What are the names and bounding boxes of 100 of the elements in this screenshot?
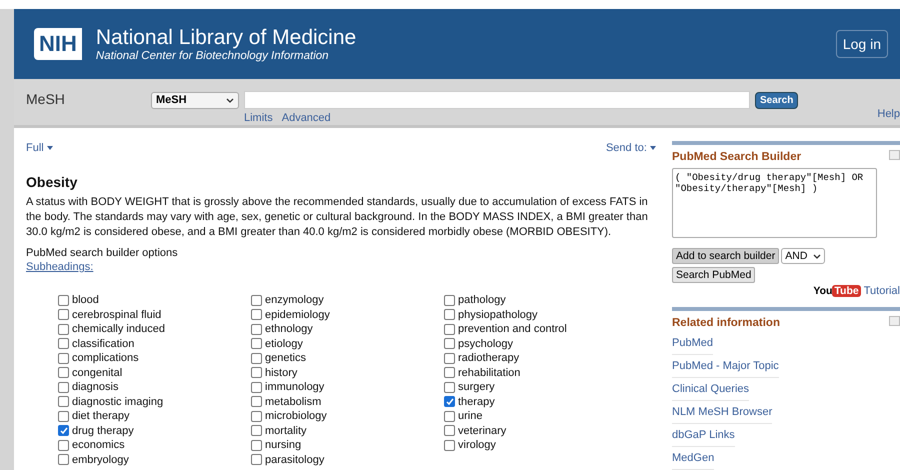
subheading-label: microbiology xyxy=(265,410,327,422)
chevron-icon xyxy=(813,254,822,258)
subheading-label: economics xyxy=(72,439,125,452)
subheading-checkbox[interactable] xyxy=(251,294,262,306)
format-menu[interactable]: Full xyxy=(26,142,53,154)
subheading-label: classification xyxy=(72,338,134,350)
subheading-label: embryology xyxy=(72,454,129,466)
subheading-label: immunology xyxy=(265,381,324,394)
subheading-checkbox[interactable] xyxy=(58,454,69,466)
subheading-checkbox[interactable] xyxy=(444,309,455,320)
related-link[interactable]: Clinical Queries xyxy=(672,378,750,401)
options-label: PubMed search builder options xyxy=(26,247,179,259)
subheading-label: nursing xyxy=(265,439,302,452)
login-button[interactable]: Log in xyxy=(836,30,888,58)
subheading-checkbox[interactable] xyxy=(58,367,69,378)
subheading-checkbox[interactable] xyxy=(444,440,455,451)
subheading-checkbox[interactable] xyxy=(58,425,69,436)
subheading-label: diagnostic imaging xyxy=(72,396,164,408)
subheading-label: therapy xyxy=(458,396,495,408)
subheading-checkbox[interactable] xyxy=(58,324,69,335)
database-select[interactable]: MeSH xyxy=(151,92,239,108)
search-field[interactable] xyxy=(244,91,750,109)
related-link[interactable]: PubMed - Major Topic xyxy=(672,355,779,378)
subheading-checkbox[interactable] xyxy=(58,396,69,408)
subheading-checkbox[interactable] xyxy=(251,410,262,422)
subheading-checkbox[interactable] xyxy=(251,396,262,408)
subheading-label: prevention and control xyxy=(458,323,567,336)
subheading-label: metabolism xyxy=(265,396,322,408)
subheading-checkbox[interactable] xyxy=(58,309,69,320)
related-link[interactable]: MedGen xyxy=(672,447,714,470)
subheading-label: congenital xyxy=(72,366,122,379)
subheading-checkbox[interactable] xyxy=(58,352,69,364)
term-description: A status with BODY WEIGHT that is grossly above the recommended standards, usually due to accumulation of excess FATS in the body. The standards may vary with age, sex, genetic or cultural background. In the BODY MASS INDEX, a BMI greater than 30.0 kg/m2 is considered obese, and a BMI greater than 40.0 kg/m2 is considered morbidly obese (MORBID OBESITY). xyxy=(26,195,649,240)
search-link[interactable]: Advanced xyxy=(282,112,331,124)
related-link[interactable]: dbGaP Links xyxy=(672,424,735,447)
subheading-label: chemically induced xyxy=(72,323,165,336)
subheading-checkbox[interactable] xyxy=(251,440,262,451)
database-label: MeSH xyxy=(26,91,66,109)
subheading-label: parasitology xyxy=(265,454,324,466)
related-title: Related information xyxy=(672,316,780,331)
subheading-label: history xyxy=(265,366,298,379)
subheading-checkbox[interactable] xyxy=(251,367,262,378)
operator-select[interactable]: AND xyxy=(781,248,826,264)
subheading-label: virology xyxy=(458,439,496,452)
tutorial-link[interactable]: Tutorial xyxy=(864,285,900,297)
subheading-checkbox[interactable] xyxy=(58,440,69,451)
subheading-checkbox[interactable] xyxy=(444,338,455,350)
subheading-checkbox[interactable] xyxy=(444,425,455,436)
subheading-checkbox[interactable] xyxy=(444,367,455,378)
subheading-checkbox[interactable] xyxy=(444,324,455,335)
subheading-label: rehabilitation xyxy=(458,366,520,379)
subheading-checkbox[interactable] xyxy=(58,410,69,422)
chevron-icon xyxy=(226,98,234,102)
add-to-builder-button[interactable]: Add to search builder xyxy=(672,248,780,264)
query-field[interactable]: ( "Obesity/drug therapy"[Mesh] OR "Obesity/therapy"[Mesh] ) xyxy=(672,168,877,238)
caret-icon xyxy=(46,146,53,150)
subheading-label: surgery xyxy=(458,381,495,394)
subheading-checkbox[interactable] xyxy=(58,294,69,306)
subheading-checkbox[interactable] xyxy=(251,324,262,335)
subheading-checkbox[interactable] xyxy=(444,382,455,393)
subheading-checkbox[interactable] xyxy=(444,396,455,408)
subheading-label: physiopathology xyxy=(458,308,538,321)
send-to-menu[interactable]: Send to: xyxy=(606,142,656,154)
subheading-checkbox[interactable] xyxy=(444,410,455,422)
subheading-checkbox[interactable] xyxy=(58,382,69,393)
subheading-label: diagnosis xyxy=(72,381,118,394)
help-link[interactable]: Help xyxy=(877,108,900,120)
subheading-label: drug therapy xyxy=(72,424,134,437)
subheading-label: epidemiology xyxy=(265,308,330,321)
subheading-label: cerebrospinal fluid xyxy=(72,308,162,321)
subheading-label: psychology xyxy=(458,338,514,350)
subheading-label: enzymology xyxy=(265,294,324,306)
subheading-label: genetics xyxy=(265,352,306,364)
subheading-checkbox[interactable] xyxy=(444,352,455,364)
subheading-label: mortality xyxy=(265,424,307,437)
subheading-checkbox[interactable] xyxy=(251,309,262,320)
related-link[interactable]: PubMed xyxy=(672,332,713,355)
subheading-label: ethnology xyxy=(265,323,313,336)
subheading-label: diet therapy xyxy=(72,410,130,422)
subheading-label: urine xyxy=(458,410,482,422)
subheading-checkbox[interactable] xyxy=(251,382,262,393)
subheading-checkbox[interactable] xyxy=(58,338,69,350)
search-pubmed-button[interactable]: Search PubMed xyxy=(672,267,756,283)
nih-logo[interactable]: NIH xyxy=(34,28,82,60)
subheading-label: pathology xyxy=(458,294,506,306)
search-button[interactable]: Search xyxy=(755,92,798,108)
subheadings-link[interactable]: Subheadings: xyxy=(26,261,94,273)
builder-title: PubMed Search Builder xyxy=(672,150,802,165)
subheading-label: blood xyxy=(72,294,99,306)
subheading-checkbox[interactable] xyxy=(251,352,262,364)
subheading-checkbox[interactable] xyxy=(444,294,455,306)
related-link[interactable]: NLM MeSH Browser xyxy=(672,401,772,424)
subheading-label: radiotherapy xyxy=(458,352,520,364)
search-link[interactable]: Limits xyxy=(244,112,273,124)
subheading-checkbox[interactable] xyxy=(251,454,262,466)
subheading-checkbox[interactable] xyxy=(251,338,262,350)
site-title: National Library of Medicine xyxy=(96,26,358,50)
subheading-checkbox[interactable] xyxy=(251,425,262,436)
term-heading: Obesity xyxy=(26,174,78,190)
subheading-label: etiology xyxy=(265,338,303,350)
